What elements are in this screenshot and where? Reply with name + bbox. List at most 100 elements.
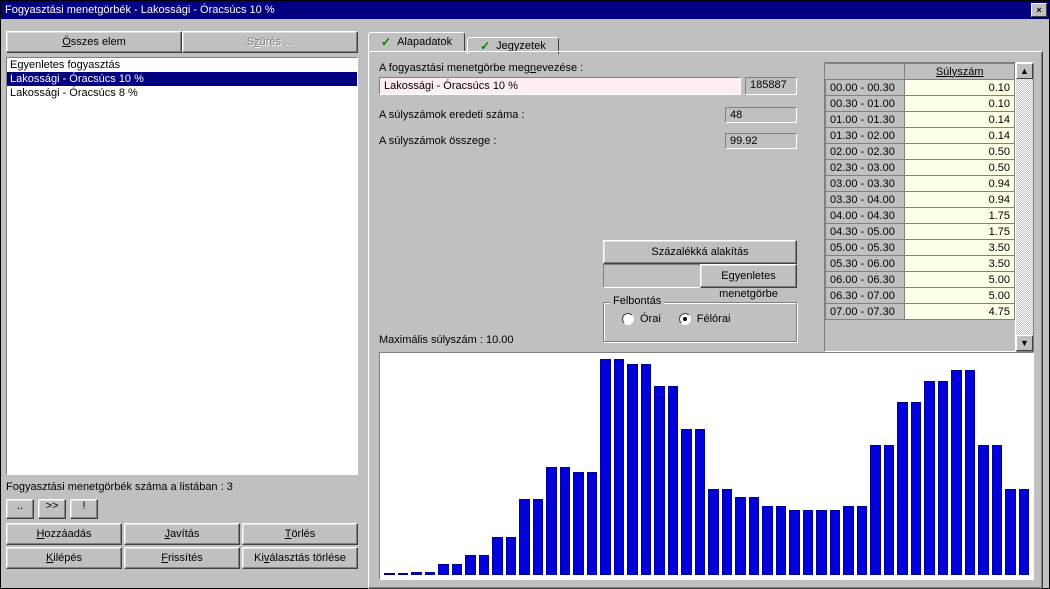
- all-items-button[interactable]: Összes elem: [6, 31, 182, 53]
- tab-basic-data[interactable]: ✓ Alapadatok: [368, 32, 465, 52]
- mini-btn-1[interactable]: ..: [6, 499, 34, 519]
- list-item[interactable]: Lakossági - Óracsúcs 10 %: [7, 72, 357, 86]
- chart-bar: [722, 489, 733, 575]
- exit-button[interactable]: Kilépés: [6, 547, 122, 569]
- table-row[interactable]: 05.30 - 06.003.50: [826, 256, 1015, 272]
- chart-bar: [857, 506, 868, 575]
- chart-bar: [560, 467, 571, 575]
- table-row[interactable]: 07.00 - 07.304.75: [826, 304, 1015, 320]
- check-icon: ✓: [381, 37, 391, 47]
- mini-btn-2[interactable]: >>: [38, 499, 66, 519]
- table-row[interactable]: 03.30 - 04.000.94: [826, 192, 1015, 208]
- list-item[interactable]: Lakossági - Óracsúcs 8 %: [7, 86, 357, 100]
- resolution-hour[interactable]: Órai: [622, 313, 661, 325]
- titlebar: Fogyasztási menetgörbék - Lakossági - Ór…: [1, 1, 1049, 19]
- chart-bar: [587, 472, 598, 575]
- table-cell-value[interactable]: 3.50: [905, 256, 1015, 272]
- table-cell-range: 07.00 - 07.30: [826, 304, 905, 320]
- id-field: 185887: [745, 77, 797, 95]
- table-row[interactable]: 03.00 - 03.300.94: [826, 176, 1015, 192]
- chart-bar: [951, 370, 962, 575]
- table-row[interactable]: 00.00 - 00.300.10: [826, 80, 1015, 96]
- name-input[interactable]: Lakossági - Óracsúcs 10 %: [379, 77, 741, 95]
- chart-bar: [897, 402, 908, 575]
- table-cell-value[interactable]: 0.14: [905, 128, 1015, 144]
- table-row[interactable]: 01.00 - 01.300.14: [826, 112, 1015, 128]
- table-row[interactable]: 02.00 - 02.300.50: [826, 144, 1015, 160]
- table-row[interactable]: 04.30 - 05.001.75: [826, 224, 1015, 240]
- chart-bar: [803, 510, 814, 575]
- uniform-curve-button[interactable]: Egyenletes menetgörbe: [700, 264, 797, 288]
- table-cell-range: 06.30 - 07.00: [826, 288, 905, 304]
- chart-bar: [911, 402, 922, 575]
- orig-count-value: 48: [725, 107, 797, 123]
- table-cell-value[interactable]: 0.10: [905, 96, 1015, 112]
- table-row[interactable]: 01.30 - 02.000.14: [826, 128, 1015, 144]
- weight-chart: [379, 352, 1034, 580]
- scroll-track[interactable]: [1016, 79, 1033, 335]
- add-button[interactable]: Hozzáadás: [6, 523, 122, 545]
- chart-bar: [465, 555, 476, 575]
- table-row[interactable]: 04.00 - 04.301.75: [826, 208, 1015, 224]
- chart-bar: [533, 499, 544, 575]
- chart-bar: [600, 359, 611, 575]
- weights-panel: Súlyszám 00.00 - 00.300.1000.30 - 01.000…: [824, 62, 1034, 352]
- chart-bar: [749, 497, 760, 575]
- table-cell-value[interactable]: 5.00: [905, 288, 1015, 304]
- table-cell-value[interactable]: 3.50: [905, 240, 1015, 256]
- table-cell-value[interactable]: 0.94: [905, 192, 1015, 208]
- delete-button[interactable]: Törlés: [242, 523, 358, 545]
- app-window: Fogyasztási menetgörbék - Lakossági - Ór…: [0, 0, 1050, 589]
- table-cell-value[interactable]: 1.75: [905, 208, 1015, 224]
- list-count-label: Fogyasztási menetgörbék száma a listában…: [6, 481, 358, 493]
- edit-button[interactable]: Javítás: [124, 523, 240, 545]
- table-row[interactable]: 06.00 - 06.305.00: [826, 272, 1015, 288]
- table-row[interactable]: 05.00 - 05.303.50: [826, 240, 1015, 256]
- chart-bar: [992, 445, 1003, 575]
- check-icon: ✓: [480, 41, 490, 51]
- col-value[interactable]: Súlyszám: [905, 64, 1015, 80]
- table-cell-value[interactable]: 5.00: [905, 272, 1015, 288]
- chart-bar: [870, 445, 881, 575]
- resolution-halfhour[interactable]: Félórai: [679, 313, 731, 325]
- chart-bar: [641, 364, 652, 575]
- scroll-up-icon[interactable]: ▲: [1016, 63, 1033, 79]
- scrollbar[interactable]: ▲ ▼: [1016, 62, 1034, 352]
- table-row[interactable]: 00.30 - 01.000.10: [826, 96, 1015, 112]
- table-cell-value[interactable]: 1.75: [905, 224, 1015, 240]
- weights-table[interactable]: Súlyszám 00.00 - 00.300.1000.30 - 01.000…: [824, 62, 1016, 352]
- table-cell-value[interactable]: 0.94: [905, 176, 1015, 192]
- table-cell-range: 03.30 - 04.00: [826, 192, 905, 208]
- table-row[interactable]: 02.30 - 03.000.50: [826, 160, 1015, 176]
- table-cell-range: 05.30 - 06.00: [826, 256, 905, 272]
- table-cell-value[interactable]: 0.50: [905, 144, 1015, 160]
- left-pane: Összes elem Szűrés ... Egyenletes fogyas…: [6, 31, 358, 569]
- close-icon[interactable]: ×: [1031, 3, 1047, 17]
- chart-bar: [938, 381, 949, 575]
- chart-bar: [668, 386, 679, 575]
- chart-bar: [573, 472, 584, 575]
- chart-bar: [506, 537, 517, 575]
- table-cell-value[interactable]: 4.75: [905, 304, 1015, 320]
- table-cell-range: 00.00 - 00.30: [826, 80, 905, 96]
- list-item[interactable]: Egyenletes fogyasztás: [7, 58, 357, 72]
- to-percent-button[interactable]: Százalékká alakítás: [603, 240, 797, 264]
- filter-button[interactable]: Szűrés ...: [182, 31, 358, 53]
- clear-selection-button[interactable]: Kiválasztás törlése: [242, 547, 358, 569]
- table-row[interactable]: 06.30 - 07.005.00: [826, 288, 1015, 304]
- mini-btn-3[interactable]: !: [70, 499, 98, 519]
- chart-bar: [735, 497, 746, 575]
- chart-bar: [438, 564, 449, 575]
- chart-bar: [425, 572, 436, 575]
- chart-bar: [762, 506, 773, 575]
- table-cell-value[interactable]: 0.14: [905, 112, 1015, 128]
- scroll-down-icon[interactable]: ▼: [1016, 335, 1033, 351]
- spacer: [603, 264, 700, 288]
- profile-listbox[interactable]: Egyenletes fogyasztásLakossági - Óracsúc…: [6, 57, 358, 475]
- table-cell-value[interactable]: 0.10: [905, 80, 1015, 96]
- chart-bar: [695, 429, 706, 575]
- chart-bar: [776, 506, 787, 575]
- refresh-button[interactable]: Frissítés: [124, 547, 240, 569]
- resolution-group: Felbontás Órai Félórai: [603, 302, 797, 342]
- table-cell-value[interactable]: 0.50: [905, 160, 1015, 176]
